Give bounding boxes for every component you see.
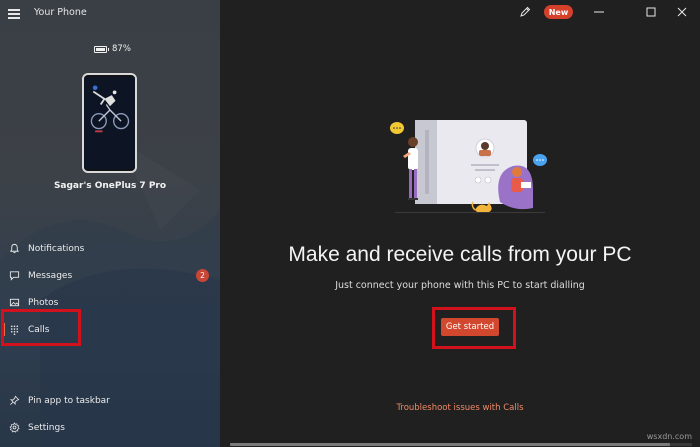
sidebar-item-label: Pin app to taskbar — [28, 395, 110, 406]
sidebar-item-label: Notifications — [28, 243, 85, 254]
maximize-icon[interactable] — [641, 4, 661, 20]
battery-percent: 87% — [112, 44, 131, 54]
sidebar-item-label: Calls — [28, 324, 50, 335]
pin-icon — [9, 395, 20, 406]
page-headline: Make and receive calls from your PC — [288, 243, 632, 266]
sidebar-item-label: Messages — [28, 270, 73, 281]
pen-icon[interactable] — [519, 6, 531, 18]
sidebar-item-label: Photos — [28, 297, 59, 308]
close-icon[interactable] — [672, 4, 692, 20]
horizontal-scrollbar[interactable] — [230, 443, 692, 446]
main-content: New Make and receive calls from your PC … — [220, 0, 700, 447]
main-titlebar: New — [220, 0, 700, 26]
device-name: Sagar's OnePlus 7 Pro — [53, 181, 167, 191]
page-subtext: Just connect your phone with this PC to … — [335, 280, 585, 291]
watermark: wsxdn.com — [646, 432, 692, 441]
dialpad-icon — [10, 325, 19, 335]
sidebar-item-settings[interactable]: Settings — [0, 414, 220, 441]
phone-wallpaper-image — [84, 76, 135, 170]
message-icon — [9, 271, 20, 281]
phone-wallpaper-preview[interactable] — [82, 73, 137, 173]
gear-icon — [9, 422, 20, 433]
sidebar-item-notifications[interactable]: Notifications — [0, 235, 220, 262]
sidebar: Your Phone 87% Sagar's OnePlus 7 Pro Not… — [0, 0, 220, 447]
messages-count-badge: 2 — [196, 269, 209, 282]
scrollbar-thumb[interactable] — [230, 443, 670, 446]
hamburger-menu-icon[interactable] — [8, 9, 20, 19]
sidebar-item-messages[interactable]: Messages 2 — [0, 262, 220, 289]
minimize-icon[interactable] — [589, 4, 609, 20]
calls-illustration — [390, 120, 547, 213]
sidebar-item-label: Settings — [28, 422, 65, 433]
sidebar-background-art — [0, 140, 220, 447]
troubleshoot-calls-link[interactable]: Troubleshoot issues with Calls — [220, 403, 700, 413]
sidebar-item-calls[interactable]: Calls — [0, 316, 220, 343]
bell-icon — [9, 243, 20, 254]
sidebar-nav: Notifications Messages 2 Photos Calls — [0, 235, 220, 343]
new-badge[interactable]: New — [544, 5, 573, 19]
photo-icon — [9, 298, 20, 307]
battery-icon — [94, 45, 109, 53]
app-title: Your Phone — [34, 7, 87, 18]
sidebar-item-photos[interactable]: Photos — [0, 289, 220, 316]
battery-status: 87% — [94, 44, 131, 54]
sidebar-titlebar: Your Phone — [0, 0, 220, 26]
sidebar-item-pin-taskbar[interactable]: Pin app to taskbar — [0, 387, 220, 414]
sidebar-bottom-nav: Pin app to taskbar Settings — [0, 387, 220, 441]
get-started-button[interactable]: Get started — [441, 318, 499, 336]
